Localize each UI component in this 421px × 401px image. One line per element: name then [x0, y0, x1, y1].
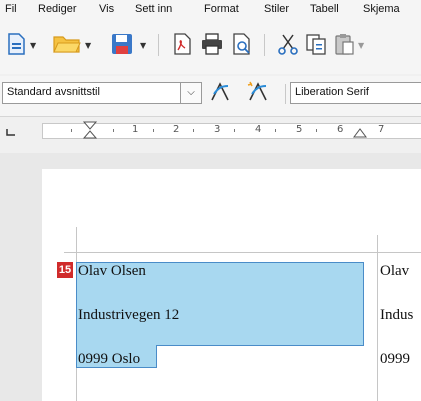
export-pdf-icon[interactable]	[170, 32, 194, 56]
menu-styles[interactable]: Stiler	[264, 3, 289, 15]
label1-name[interactable]: Olav Olsen	[78, 263, 146, 280]
field-badge: 15	[57, 262, 73, 278]
ruler-number: 1	[132, 124, 139, 135]
new-dropdown-arrow[interactable]: ▼	[30, 41, 36, 50]
label2-name[interactable]: Olav	[380, 263, 409, 280]
menu-file[interactable]: Fil	[5, 3, 17, 15]
menu-view[interactable]: Vis	[99, 3, 114, 15]
label1-street[interactable]: Industrivegen 12	[78, 307, 179, 324]
ruler-number: 3	[214, 124, 221, 135]
right-indent-marker[interactable]	[353, 128, 367, 138]
toolbar-separator	[264, 34, 265, 56]
menu-form[interactable]: Skjema	[363, 3, 400, 15]
new-document-icon[interactable]	[4, 32, 28, 56]
open-dropdown-arrow[interactable]: ▼	[85, 41, 91, 50]
menu-format[interactable]: Format	[204, 3, 239, 15]
paste-icon[interactable]	[332, 32, 356, 56]
open-folder-icon[interactable]	[52, 32, 82, 56]
toolbar-separator	[285, 84, 286, 104]
formatting-toolbar: Standard avsnittstil ⌵ Liberation Serif	[0, 76, 421, 117]
ruler-number: 5	[296, 124, 303, 135]
page[interactable]: 15 Olav Olsen Industrivegen 12 0999 Oslo…	[42, 169, 421, 401]
text-boundary-line	[377, 235, 378, 401]
menu-edit[interactable]: Rediger	[38, 3, 77, 15]
save-dropdown-arrow[interactable]: ▼	[140, 41, 146, 50]
print-preview-icon[interactable]	[230, 32, 254, 56]
text-boundary-line	[64, 252, 421, 253]
menu-insert[interactable]: Sett inn	[135, 3, 172, 15]
new-style-icon[interactable]	[246, 80, 270, 104]
font-name-value: Liberation Serif	[295, 86, 369, 98]
font-name-combo[interactable]: Liberation Serif	[290, 82, 421, 104]
ruler-number: 4	[255, 124, 262, 135]
tab-stop-icon[interactable]	[6, 127, 16, 137]
save-icon[interactable]	[110, 32, 134, 56]
menu-bar: Fil Rediger Vis Sett inn Format Stiler T…	[0, 0, 421, 22]
document-area: 15 Olav Olsen Industrivegen 12 0999 Oslo…	[0, 153, 421, 401]
ruler-area: 1 2 3 4 5 6 7	[0, 117, 421, 153]
toolbar-separator	[158, 34, 159, 56]
left-indent-marker[interactable]	[83, 121, 97, 139]
print-icon[interactable]	[200, 32, 224, 56]
ruler-number: 6	[337, 124, 344, 135]
horizontal-ruler[interactable]: 1 2 3 4 5 6 7	[42, 121, 421, 139]
paragraph-style-value: Standard avsnittstil	[7, 86, 100, 98]
label1-city[interactable]: 0999 Oslo	[78, 351, 140, 368]
update-style-icon[interactable]	[208, 80, 232, 104]
ruler-number: 2	[173, 124, 180, 135]
menu-table[interactable]: Tabell	[310, 3, 339, 15]
ruler-number: 7	[378, 124, 385, 135]
chevron-down-icon[interactable]: ⌵	[180, 83, 201, 103]
label2-city[interactable]: 0999	[380, 351, 410, 368]
paste-dropdown-arrow[interactable]: ▼	[358, 41, 364, 50]
copy-icon[interactable]	[304, 32, 328, 56]
standard-toolbar: ▼ ▼ ▼ ▼	[0, 22, 421, 74]
cut-icon[interactable]	[276, 32, 300, 56]
paragraph-style-combo[interactable]: Standard avsnittstil ⌵	[2, 82, 202, 104]
label2-street[interactable]: Indus	[380, 307, 413, 324]
